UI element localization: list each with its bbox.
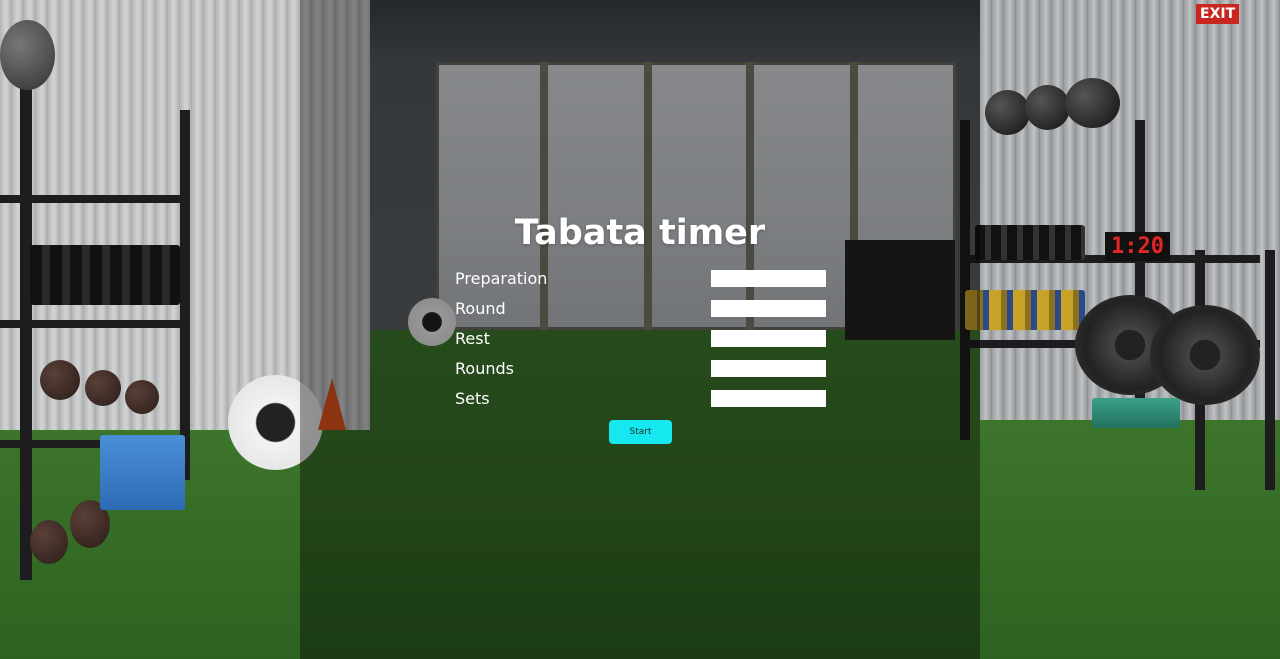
exit-sign: EXIT: [1196, 4, 1240, 24]
field-row-round: Round: [455, 294, 827, 324]
page-title: Tabata timer: [514, 213, 766, 253]
plyo-box: [100, 435, 185, 510]
round-label: Round: [455, 299, 506, 318]
rack-shelf: [0, 320, 190, 328]
field-row-sets: Sets: [455, 384, 827, 414]
bumper-plates: [1150, 305, 1260, 405]
rounds-input[interactable]: [711, 360, 826, 377]
kettlebell-row: [965, 290, 1085, 330]
rest-label: Rest: [455, 329, 490, 348]
rack-post: [20, 80, 32, 580]
rest-input[interactable]: [711, 330, 826, 347]
field-row-rounds: Rounds: [455, 354, 827, 384]
preparation-label: Preparation: [455, 269, 548, 288]
field-row-rest: Rest: [455, 324, 827, 354]
rack-post: [1265, 250, 1275, 490]
sets-label: Sets: [455, 389, 490, 408]
kettlebell: [30, 520, 68, 564]
rack-post: [180, 110, 190, 480]
rack-shelf: [0, 195, 190, 203]
slam-ball: [1065, 78, 1120, 128]
rounds-label: Rounds: [455, 359, 514, 378]
timer-form: Preparation Round Rest Rounds Sets: [455, 264, 827, 414]
slam-ball: [1025, 85, 1070, 130]
field-row-preparation: Preparation: [455, 264, 827, 294]
gym-photo-background: EXIT 1:20 Tabata timer Preparation Round…: [0, 0, 1280, 659]
round-input[interactable]: [711, 300, 826, 317]
kettlebell: [40, 360, 80, 400]
sets-input[interactable]: [711, 390, 826, 407]
kettlebell: [125, 380, 159, 414]
kettlebell: [85, 370, 121, 406]
start-button[interactable]: Start: [609, 420, 672, 444]
medicine-ball: [0, 20, 55, 90]
step-box: [1092, 398, 1180, 428]
slam-ball: [985, 90, 1030, 135]
preparation-input[interactable]: [711, 270, 826, 287]
